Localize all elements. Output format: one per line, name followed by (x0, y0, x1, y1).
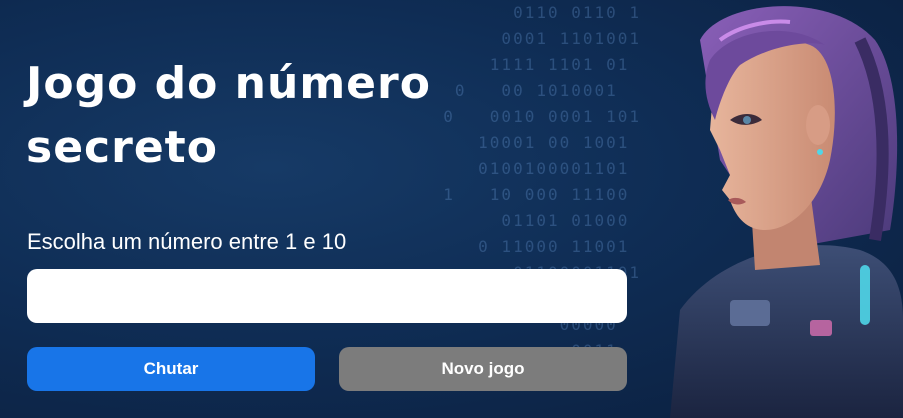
page-title: Jogo do número secreto (26, 58, 431, 173)
guess-input[interactable] (27, 269, 627, 323)
guess-button[interactable]: Chutar (27, 347, 315, 391)
new-game-button[interactable]: Novo jogo (339, 347, 627, 391)
hacker-girl-illustration (670, 6, 903, 418)
guess-prompt: Escolha um número entre 1 e 10 (27, 229, 347, 254)
